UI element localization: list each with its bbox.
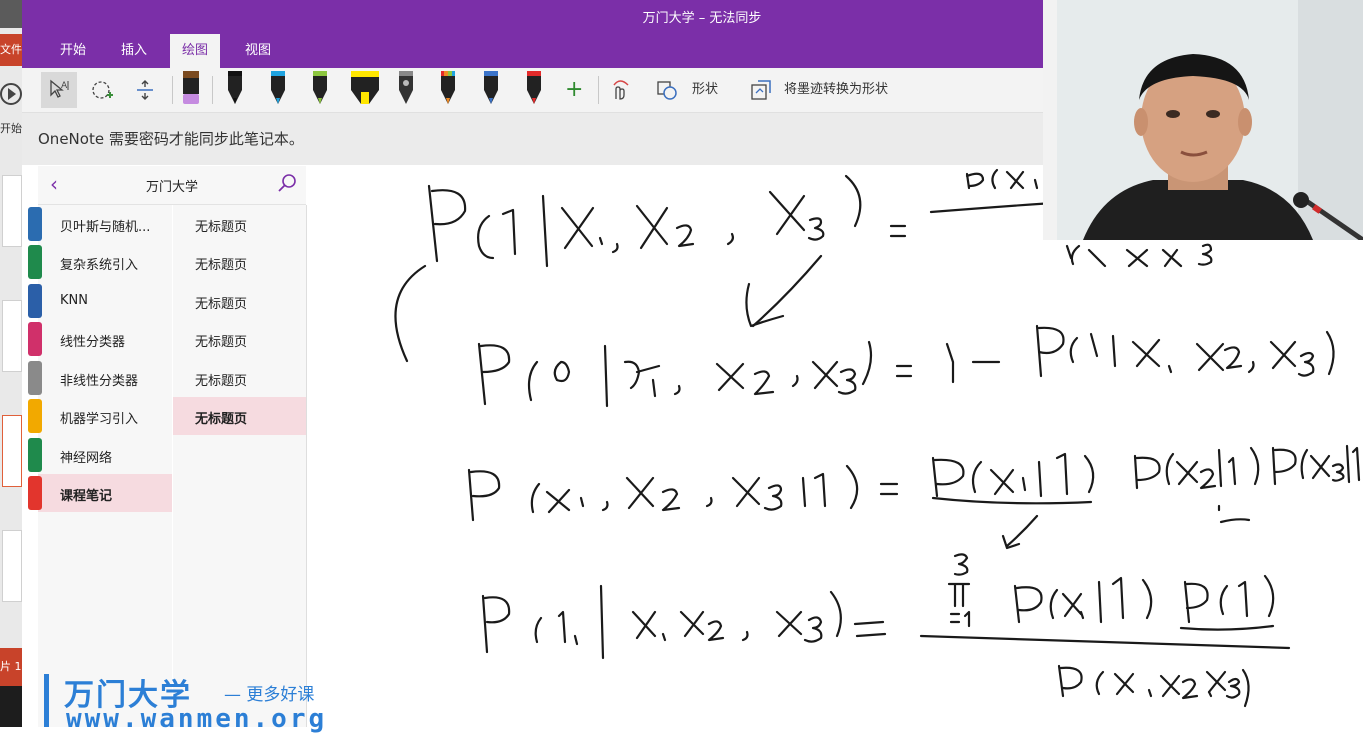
svg-text:A: A bbox=[61, 81, 68, 91]
section-label: 课程笔记 bbox=[60, 489, 113, 504]
highlighter-purple-icon[interactable] bbox=[180, 70, 202, 106]
section-item[interactable]: 神经网络 bbox=[28, 436, 172, 474]
tab-home[interactable]: 开始 bbox=[48, 34, 98, 68]
page-label: 无标题页 bbox=[195, 220, 248, 235]
section-color-tab bbox=[28, 476, 42, 510]
section-item[interactable]: 贝叶斯与随机... bbox=[28, 205, 172, 243]
background-file-tab: 文件 bbox=[0, 34, 22, 66]
notebook-header: ‹ 万门大学 bbox=[38, 166, 306, 205]
watermark-bar bbox=[44, 674, 49, 727]
section-color-tab bbox=[28, 284, 42, 318]
page-label: 无标题页 bbox=[195, 258, 248, 273]
shapes-icon bbox=[657, 81, 677, 100]
shapes-button[interactable] bbox=[654, 72, 680, 108]
pen-galaxy-icon[interactable] bbox=[395, 70, 417, 106]
page-label: 无标题页 bbox=[195, 374, 248, 389]
section-label: 贝叶斯与随机... bbox=[60, 220, 151, 235]
section-item[interactable]: 线性分类器 bbox=[28, 320, 172, 358]
background-slide-label: 片 1 bbox=[0, 648, 22, 686]
eraser-icon bbox=[92, 81, 113, 99]
ink-to-shape-button[interactable] bbox=[748, 72, 774, 108]
insert-space-icon bbox=[137, 80, 153, 100]
lasso-select-button[interactable]: A bbox=[41, 72, 77, 108]
section-item[interactable]: 非线性分类器 bbox=[28, 359, 172, 397]
background-titlebar bbox=[0, 0, 22, 28]
page-item[interactable]: 无标题页 bbox=[173, 359, 306, 397]
tab-insert[interactable]: 插入 bbox=[109, 34, 159, 68]
section-label: 非线性分类器 bbox=[60, 374, 139, 389]
ink-replay-button[interactable] bbox=[606, 72, 636, 108]
insert-space-button[interactable] bbox=[127, 72, 163, 108]
page-list: 无标题页 无标题页 无标题页 无标题页 无标题页 无标题页 bbox=[173, 205, 307, 727]
tab-draw[interactable]: 绘图 bbox=[170, 34, 221, 68]
pen-black-icon[interactable] bbox=[224, 70, 246, 106]
pen-dark-blue-icon[interactable] bbox=[480, 70, 502, 106]
pen-red-icon[interactable] bbox=[523, 70, 545, 106]
watermark-url: www.wanmen.org bbox=[66, 704, 328, 734]
shapes-label[interactable]: 形状 bbox=[692, 68, 718, 112]
pen-blue-icon[interactable] bbox=[267, 70, 289, 106]
brand-watermark: 万门大学 — 更多好课 www.wanmen.org bbox=[44, 670, 404, 734]
section-item-active[interactable]: 课程笔记 bbox=[28, 474, 172, 512]
section-color-tab bbox=[28, 438, 42, 472]
section-item[interactable]: KNN bbox=[28, 282, 172, 320]
webcam-video bbox=[1043, 0, 1363, 240]
background-app-strip: 文件 开始 片 1 bbox=[0, 0, 22, 727]
ribbon-divider bbox=[598, 76, 599, 104]
handwritten-ink bbox=[394, 168, 1361, 708]
ink-to-shape-label[interactable]: 将墨迹转换为形状 bbox=[784, 68, 888, 112]
page-label: 无标题页 bbox=[195, 335, 248, 350]
section-color-tab bbox=[28, 399, 42, 433]
slide-thumbnail bbox=[2, 175, 22, 247]
page-item[interactable]: 无标题页 bbox=[173, 282, 306, 320]
page-canvas[interactable] bbox=[307, 166, 1363, 727]
presenter-video-frame bbox=[1043, 0, 1363, 240]
page-item[interactable]: 无标题页 bbox=[173, 205, 306, 243]
section-label: 线性分类器 bbox=[60, 335, 126, 350]
section-color-tab bbox=[28, 207, 42, 241]
ink-to-shape-icon bbox=[751, 80, 771, 100]
section-label: 神经网络 bbox=[60, 451, 113, 466]
ribbon-divider bbox=[172, 76, 173, 104]
section-color-tab bbox=[28, 361, 42, 395]
page-item-active[interactable]: 无标题页 bbox=[173, 397, 306, 435]
window-title: 万门大学 – 无法同步 bbox=[642, 11, 762, 26]
section-color-tab bbox=[28, 322, 42, 356]
slide-thumbnail bbox=[2, 300, 22, 372]
section-label: 机器学习引入 bbox=[60, 412, 139, 427]
section-item[interactable]: 机器学习引入 bbox=[28, 397, 172, 435]
page-item[interactable]: 无标题页 bbox=[173, 320, 306, 358]
add-pen-button[interactable]: + bbox=[565, 68, 583, 112]
pen-rainbow-icon[interactable] bbox=[437, 70, 459, 106]
eraser-button[interactable] bbox=[84, 72, 120, 108]
watermark-slogan: — 更多好课 bbox=[224, 685, 315, 705]
pen-green-icon[interactable] bbox=[309, 70, 331, 106]
background-start-label: 开始 bbox=[0, 122, 22, 135]
section-color-tab bbox=[28, 245, 42, 279]
background-taskbar bbox=[0, 686, 22, 727]
play-icon bbox=[0, 83, 22, 105]
slide-thumbnail bbox=[2, 415, 22, 487]
slide-thumbnail bbox=[2, 530, 22, 602]
lasso-select-icon: A bbox=[50, 79, 69, 98]
notebook-title[interactable]: 万门大学 bbox=[38, 176, 306, 195]
page-label: 无标题页 bbox=[195, 297, 248, 312]
ribbon-divider bbox=[212, 76, 213, 104]
tab-view[interactable]: 视图 bbox=[233, 34, 283, 68]
page-item[interactable]: 无标题页 bbox=[173, 243, 306, 281]
section-label: 复杂系统引入 bbox=[60, 258, 139, 273]
section-item[interactable]: 复杂系统引入 bbox=[28, 243, 172, 281]
sync-notice-text: OneNote 需要密码才能同步此笔记本。 bbox=[38, 130, 304, 148]
section-label: KNN bbox=[60, 293, 88, 308]
touch-draw-icon bbox=[613, 80, 629, 100]
page-label: 无标题页 bbox=[195, 412, 248, 427]
section-list: 贝叶斯与随机... 复杂系统引入 KNN 线性分类器 非线性分类器 机器学习引入… bbox=[28, 205, 172, 727]
search-icon[interactable] bbox=[276, 172, 298, 194]
highlighter-yellow-icon[interactable] bbox=[349, 70, 381, 106]
